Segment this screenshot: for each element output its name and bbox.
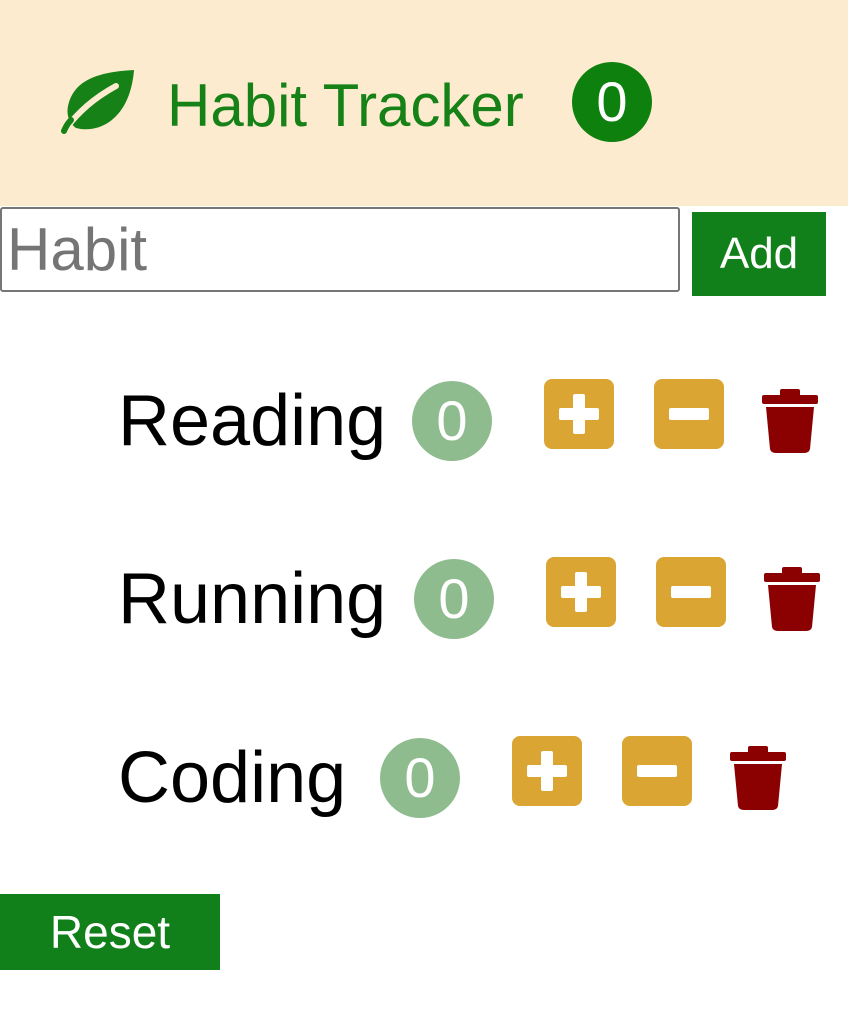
habit-name: Reading	[118, 381, 387, 461]
app-title: Habit Tracker	[167, 72, 524, 139]
increment-button[interactable]	[544, 379, 614, 449]
habit-name: Coding	[118, 738, 347, 818]
habit-name: Running	[118, 559, 387, 639]
habit-count-badge: 0	[412, 381, 492, 461]
leaf-icon	[61, 70, 134, 134]
increment-button[interactable]	[546, 557, 616, 627]
habit-row: Running 0	[0, 557, 848, 649]
habit-row: Reading 0	[0, 379, 848, 471]
total-count-badge: 0	[572, 62, 652, 142]
trash-icon[interactable]	[764, 565, 820, 631]
add-button[interactable]: Add	[692, 212, 826, 296]
trash-icon[interactable]	[762, 387, 818, 453]
habit-count-badge: 0	[380, 738, 460, 818]
app-header: Habit Tracker 0	[0, 0, 848, 206]
habit-count-badge: 0	[414, 559, 494, 639]
decrement-button[interactable]	[654, 379, 724, 449]
habit-row: Coding 0	[0, 736, 848, 828]
decrement-button[interactable]	[622, 736, 692, 806]
decrement-button[interactable]	[656, 557, 726, 627]
trash-icon[interactable]	[730, 744, 786, 810]
habit-input[interactable]	[0, 207, 680, 292]
reset-button[interactable]: Reset	[0, 894, 220, 970]
increment-button[interactable]	[512, 736, 582, 806]
